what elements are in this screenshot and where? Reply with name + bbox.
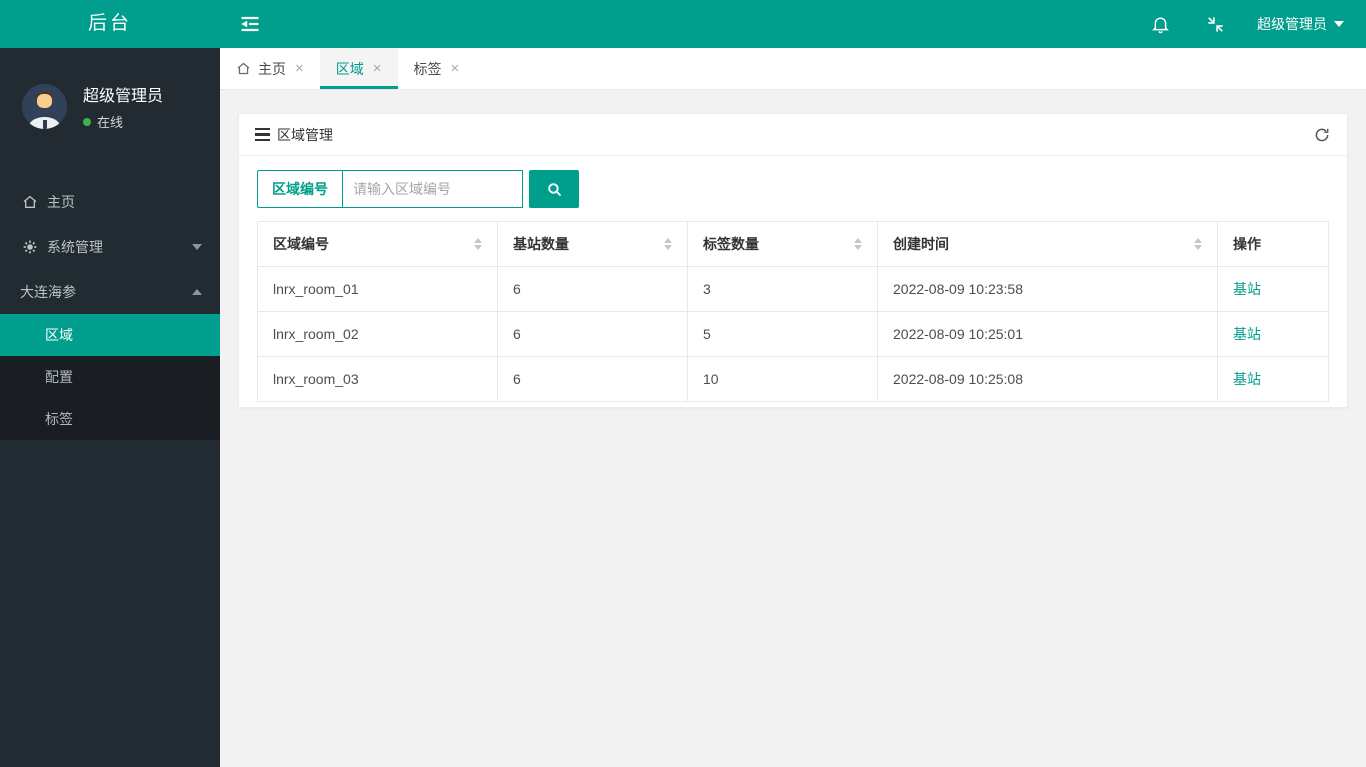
- sidebar-item-tag[interactable]: 标签: [0, 398, 220, 440]
- table-row: lnrx_room_02 6 5 2022-08-09 10:25:01 基站: [257, 311, 1329, 357]
- list-icon: [255, 127, 270, 142]
- sort-icon[interactable]: [474, 238, 482, 250]
- cell-stations: 6: [497, 266, 688, 312]
- tab-label: 标签: [413, 60, 442, 77]
- cell-stations: 6: [497, 356, 688, 402]
- column-label: 标签数量: [703, 236, 759, 252]
- online-dot-icon: [83, 117, 91, 126]
- sidebar-item-label: 标签: [45, 411, 73, 427]
- sort-icon[interactable]: [664, 238, 672, 250]
- sidebar-item-system[interactable]: 系统管理: [0, 224, 220, 269]
- column-header-area-id[interactable]: 区域编号: [257, 221, 498, 267]
- user-status: 在线: [83, 112, 163, 131]
- column-label: 操作: [1233, 236, 1261, 252]
- tab-label: 区域: [335, 60, 364, 77]
- panel-header: 区域管理: [239, 114, 1347, 156]
- chevron-down-icon: [192, 243, 202, 250]
- user-dropdown[interactable]: 超级管理员: [1243, 0, 1366, 48]
- avatar-tie: [42, 120, 47, 129]
- table-row: lnrx_room_01 6 3 2022-08-09 10:23:58 基站: [257, 266, 1329, 312]
- column-label: 区域编号: [273, 236, 329, 252]
- sidebar-item-label: 大连海参: [20, 283, 76, 300]
- column-header-tags[interactable]: 标签数量: [687, 221, 878, 267]
- panel-body: 区域编号 区域编号 基站数量 标签数量: [239, 156, 1347, 407]
- cell-area-id: lnrx_room_02: [257, 311, 498, 357]
- table-header-row: 区域编号 基站数量 标签数量 创建时间 操作: [257, 221, 1329, 267]
- home-icon: [236, 61, 251, 76]
- user-dropdown-label: 超级管理员: [1257, 16, 1327, 32]
- tab-home[interactable]: 主页 ×: [220, 48, 320, 89]
- cell-tags: 5: [687, 311, 878, 357]
- tab-bar: 主页 × 区域 × 标签 ×: [220, 48, 1366, 90]
- sidebar-item-dalian[interactable]: 大连海参: [0, 269, 220, 314]
- tab-tag[interactable]: 标签 ×: [398, 48, 476, 89]
- app-logo[interactable]: 后台: [0, 0, 220, 48]
- user-panel: 超级管理员 在线: [0, 48, 220, 161]
- tab-label: 主页: [258, 60, 286, 77]
- column-label: 创建时间: [893, 236, 949, 252]
- panel-title: 区域管理: [277, 126, 333, 143]
- sort-icon[interactable]: [854, 238, 862, 250]
- cell-tags: 10: [687, 356, 878, 402]
- avatar: [22, 84, 67, 129]
- sidebar-item-label: 主页: [47, 193, 75, 210]
- sort-icon[interactable]: [1194, 238, 1202, 250]
- tab-area[interactable]: 区域 ×: [319, 48, 398, 89]
- sidebar-item-label: 配置: [45, 369, 73, 385]
- topbar: 超级管理员: [220, 0, 1366, 48]
- sidebar-item-label: 区域: [45, 327, 73, 343]
- gear-icon: [22, 239, 38, 255]
- home-icon: [22, 194, 38, 210]
- content-area: 区域管理 区域编号 请输入区域编号 区域编号 基站数量 标签数量 创建时间 操作…: [220, 90, 1366, 767]
- column-header-actions: 操作: [1217, 221, 1329, 267]
- station-link[interactable]: 基站: [1233, 371, 1261, 387]
- menu-fold-icon[interactable]: [220, 0, 280, 48]
- column-header-created[interactable]: 创建时间: [877, 221, 1218, 267]
- sidebar-submenu: 区域 配置 标签: [0, 314, 220, 440]
- sidebar-item-label: 系统管理: [47, 238, 103, 255]
- column-header-stations[interactable]: 基站数量: [497, 221, 688, 267]
- table-row: lnrx_room_03 6 10 2022-08-09 10:25:08 基站: [257, 356, 1329, 402]
- user-status-label: 在线: [97, 115, 124, 130]
- cell-actions: 基站: [1217, 311, 1329, 357]
- cell-created: 2022-08-09 10:23:58: [877, 266, 1218, 312]
- refresh-icon[interactable]: [1313, 126, 1331, 144]
- close-icon[interactable]: ×: [373, 61, 382, 76]
- panel-title-group: 区域管理: [255, 125, 333, 145]
- user-name: 超级管理员: [83, 88, 164, 105]
- cell-actions: 基站: [1217, 356, 1329, 402]
- search-form: 区域编号: [257, 170, 1329, 208]
- cell-actions: 基站: [1217, 266, 1329, 312]
- caret-down-icon: [1334, 21, 1344, 27]
- sidebar-item-home[interactable]: 主页: [0, 179, 220, 224]
- cell-area-id: lnrx_room_03: [257, 356, 498, 402]
- cell-created: 2022-08-09 10:25:08: [877, 356, 1218, 402]
- close-icon[interactable]: ×: [295, 61, 304, 76]
- search-button[interactable]: [529, 170, 579, 208]
- app-root: 后台 超级管理员 在线 主页 系统管理 大连海参 区域 配置 标签 超级管理员 …: [0, 0, 1366, 767]
- sidebar-menu: 主页 系统管理 大连海参 区域 配置 标签: [0, 179, 220, 440]
- search-input[interactable]: [342, 170, 523, 208]
- fullscreen-exit-icon[interactable]: [1188, 0, 1243, 48]
- area-table: 区域编号 基站数量 标签数量 创建时间 操作 lnrx_room_01 6 3 …: [257, 221, 1329, 402]
- cell-created: 2022-08-09 10:25:01: [877, 311, 1218, 357]
- column-label: 基站数量: [513, 236, 569, 252]
- area-management-panel: 区域管理 区域编号 请输入区域编号 区域编号 基站数量 标签数量 创建时间 操作…: [238, 113, 1348, 408]
- cell-tags: 3: [687, 266, 878, 312]
- station-link[interactable]: 基站: [1233, 326, 1261, 342]
- sidebar-item-config[interactable]: 配置: [0, 356, 220, 398]
- sidebar: 后台 超级管理员 在线 主页 系统管理 大连海参 区域 配置 标签: [0, 0, 220, 767]
- bell-icon[interactable]: [1133, 0, 1188, 48]
- cell-area-id: lnrx_room_01: [257, 266, 498, 312]
- close-icon[interactable]: ×: [451, 61, 460, 76]
- topbar-right: 超级管理员: [1133, 0, 1366, 48]
- chevron-up-icon: [192, 288, 202, 295]
- station-link[interactable]: 基站: [1233, 281, 1261, 297]
- search-field-label: 区域编号: [257, 170, 342, 208]
- cell-stations: 6: [497, 311, 688, 357]
- avatar-face: [37, 94, 52, 108]
- main-area: 超级管理员 主页 × 区域 × 标签 × 区域管理 区域编号 请输入区域编号 区…: [220, 0, 1366, 767]
- sidebar-item-area[interactable]: 区域: [0, 314, 220, 356]
- user-info: 超级管理员 在线: [83, 82, 163, 131]
